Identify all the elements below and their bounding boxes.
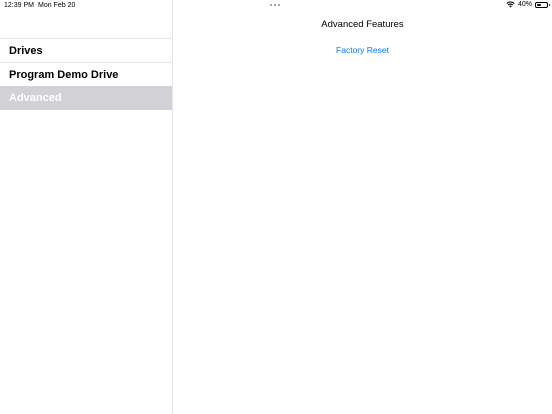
sidebar-item-advanced[interactable]: Advanced xyxy=(0,86,172,110)
sidebar-item-label: Advanced xyxy=(9,92,62,104)
sidebar-item-label: Program Demo Drive xyxy=(9,68,119,81)
sidebar: Drives Program Demo Drive Advanced xyxy=(0,0,173,414)
status-time: 12:39 PM xyxy=(4,2,34,9)
page-title: Advanced Features xyxy=(321,19,404,30)
sidebar-list: Drives Program Demo Drive Advanced xyxy=(0,38,172,110)
app-screen: Drives Program Demo Drive Advanced Advan… xyxy=(0,0,552,414)
detail-pane: Advanced Features Factory Reset xyxy=(173,0,552,414)
battery-percent: 40% xyxy=(517,1,532,8)
factory-reset-button[interactable]: Factory Reset xyxy=(173,45,552,55)
status-bar: 12:39 PM Mon Feb 20 40% xyxy=(0,0,552,12)
wifi-icon xyxy=(506,1,515,8)
status-date: Mon Feb 20 xyxy=(38,2,76,9)
sidebar-item-program-demo-drive[interactable]: Program Demo Drive xyxy=(0,62,172,86)
multitask-dots-icon[interactable] xyxy=(270,4,280,6)
sidebar-item-label: Drives xyxy=(9,44,43,57)
status-indicators: 40% xyxy=(506,1,550,8)
battery-icon xyxy=(535,1,550,8)
sidebar-item-drives[interactable]: Drives xyxy=(0,38,172,62)
battery-fill xyxy=(537,3,541,6)
